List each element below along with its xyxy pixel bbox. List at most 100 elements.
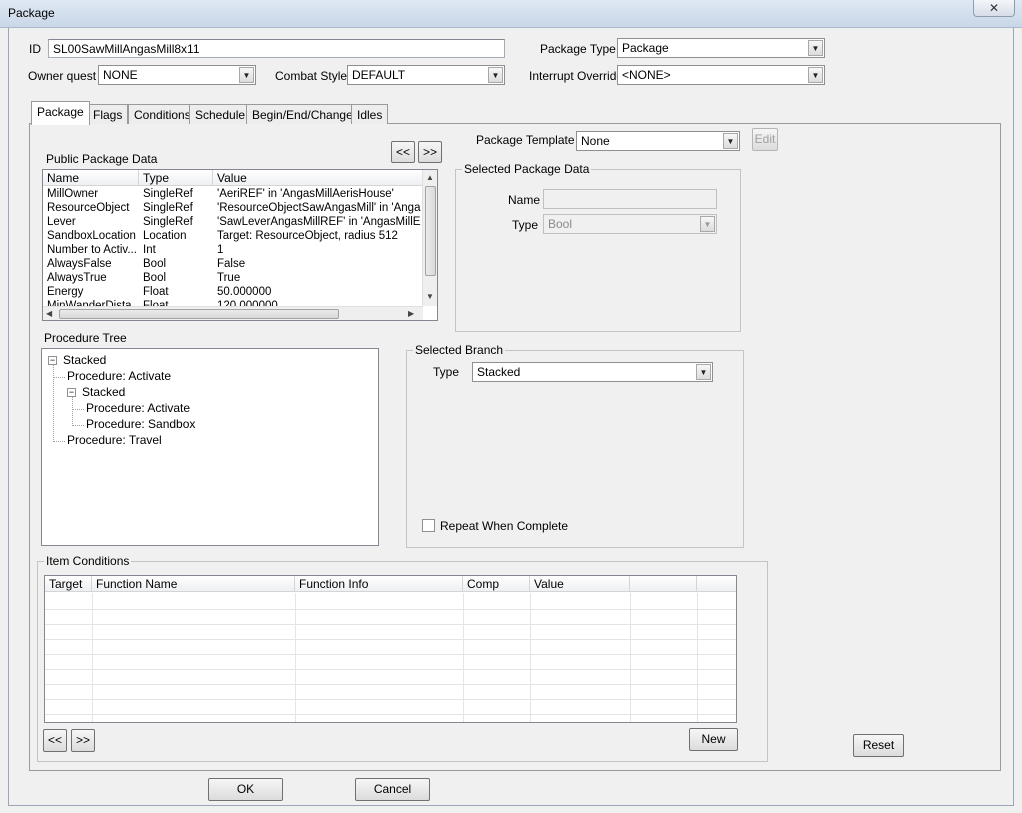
new-condition-button[interactable]: New (689, 728, 738, 751)
branch-type-select[interactable]: Stacked ▼ (472, 362, 713, 382)
column-header-value[interactable]: Value (530, 576, 630, 592)
chevron-down-icon[interactable]: ▼ (488, 67, 503, 83)
list-header: Name Type Value (43, 170, 423, 186)
tree-connector (53, 377, 65, 378)
horizontal-scrollbar[interactable]: ◀ ▶ (43, 306, 423, 320)
tab-idles[interactable]: Idles (351, 104, 389, 124)
column-header-extra-1[interactable] (630, 576, 697, 592)
table-row[interactable]: AlwaysFalse Bool False (43, 257, 421, 271)
cell-name: AlwaysFalse (47, 258, 112, 270)
name-field[interactable] (543, 189, 717, 209)
branch-type-label: Type (433, 365, 460, 379)
tab-schedule[interactable]: Schedule (189, 104, 252, 124)
cell-value: True (217, 272, 241, 284)
cell-type: SingleRef (143, 216, 193, 228)
branch-type-value: Stacked (477, 365, 521, 379)
chevron-down-icon[interactable]: ▼ (808, 40, 823, 56)
package-template-value: None (581, 134, 610, 148)
item-conditions-grid[interactable]: Target Function Name Function Info Comp … (44, 575, 737, 723)
tab-flags[interactable]: Flags (87, 104, 129, 124)
tree-node-procedure[interactable]: Procedure: Sandbox (86, 417, 195, 431)
ok-button[interactable]: OK (208, 778, 283, 801)
public-package-data-label: Public Package Data (46, 152, 158, 166)
table-row[interactable]: Number to Activ... Int 1 (43, 243, 421, 257)
tab-conditions[interactable]: Conditions (128, 104, 197, 124)
tree-node-procedure[interactable]: Procedure: Activate (67, 369, 171, 383)
conditions-next-button[interactable]: >> (71, 729, 95, 752)
tree-line (53, 364, 54, 440)
column-header-name[interactable]: Name (43, 170, 139, 186)
cell-name: AlwaysTrue (47, 272, 107, 284)
combat-style-value: DEFAULT (352, 68, 406, 82)
collapse-box-icon[interactable]: − (48, 356, 57, 365)
chevron-down-icon[interactable]: ▼ (700, 216, 715, 232)
scroll-up-icon[interactable]: ▲ (426, 173, 434, 182)
column-header-function-name[interactable]: Function Name (92, 576, 295, 592)
scroll-thumb[interactable] (59, 309, 339, 319)
repeat-when-complete-checkbox[interactable] (422, 519, 435, 532)
tree-node-group[interactable]: Stacked (82, 385, 125, 399)
procedure-tree[interactable]: − Stacked Procedure: Activate − Stacked Proce… (41, 348, 379, 546)
interrupt-override-select[interactable]: <NONE> ▼ (617, 65, 825, 85)
chevron-down-icon[interactable]: ▼ (723, 133, 738, 149)
conditions-prev-button[interactable]: << (43, 729, 67, 752)
table-row[interactable]: Energy Float 50.000000 (43, 285, 421, 299)
name-label: Name (508, 193, 541, 207)
table-row[interactable]: AlwaysTrue Bool True (43, 271, 421, 285)
vertical-scrollbar[interactable]: ▲ ▼ (422, 170, 437, 306)
close-icon[interactable]: ✕ (973, 0, 1015, 17)
column-header-comp[interactable]: Comp (463, 576, 530, 592)
cell-name: Energy (47, 286, 84, 298)
cell-name: Number to Activ... (47, 244, 137, 256)
scroll-left-icon[interactable]: ◀ (46, 309, 52, 318)
tree-node-group[interactable]: Stacked (63, 353, 106, 367)
column-header-function-info[interactable]: Function Info (295, 576, 463, 592)
table-row[interactable]: SandboxLocation Location Target: ResourceO… (43, 229, 421, 243)
column-header-extra-2[interactable] (697, 576, 736, 592)
grid-col-line (630, 593, 631, 722)
tree-connector (72, 409, 84, 410)
tab-begin-end-change[interactable]: Begin/End/Change (246, 104, 359, 124)
owner-quest-value: NONE (103, 68, 138, 82)
cell-value: 'ResourceObjectSawAngasMill' in 'Angas..… (217, 202, 421, 214)
edit-button[interactable]: Edit (752, 128, 778, 151)
title-bar: Package ✕ (0, 0, 1022, 28)
table-row[interactable]: MillOwner SingleRef 'AeriREF' in 'AngasMil… (43, 187, 421, 201)
chevron-down-icon[interactable]: ▼ (239, 67, 254, 83)
grid-col-line (92, 593, 93, 722)
package-type-select[interactable]: Package ▼ (617, 38, 825, 58)
cell-type: Int (143, 244, 156, 256)
tree-node-procedure[interactable]: Procedure: Travel (67, 433, 162, 447)
scroll-right-icon[interactable]: ▶ (408, 309, 414, 318)
table-row[interactable]: Lever SingleRef 'SawLeverAngasMillREF' in … (43, 215, 421, 229)
collapse-box-icon[interactable]: − (67, 388, 76, 397)
selected-data-type-select[interactable]: Bool ▼ (543, 214, 717, 234)
owner-quest-select[interactable]: NONE ▼ (98, 65, 256, 85)
cell-value: False (217, 258, 246, 270)
public-data-next-button[interactable]: >> (418, 141, 442, 163)
chevron-down-icon[interactable]: ▼ (808, 67, 823, 83)
id-field[interactable]: SL00SawMillAngasMill8x11 (48, 39, 505, 58)
grid-row-line (45, 654, 736, 655)
tab-package[interactable]: Package (31, 101, 90, 125)
scroll-down-icon[interactable]: ▼ (426, 292, 434, 301)
tree-node-procedure[interactable]: Procedure: Activate (86, 401, 190, 415)
combat-style-label: Combat Style (275, 69, 348, 83)
chevron-down-icon[interactable]: ▼ (696, 364, 711, 380)
reset-button[interactable]: Reset (853, 734, 904, 757)
combat-style-select[interactable]: DEFAULT ▼ (347, 65, 505, 85)
cell-value: 1 (217, 244, 224, 256)
column-header-value[interactable]: Value (213, 170, 423, 186)
cell-value: Target: ResourceObject, radius 512 (217, 230, 398, 242)
public-data-prev-button[interactable]: << (391, 141, 415, 163)
grid-col-line (530, 593, 531, 722)
selected-data-type-value: Bool (548, 217, 573, 231)
package-template-select[interactable]: None ▼ (576, 131, 740, 151)
cell-type: SingleRef (143, 188, 193, 200)
table-row[interactable]: ResourceObject SingleRef 'ResourceObjectSa… (43, 201, 421, 215)
scroll-thumb[interactable] (425, 186, 436, 276)
cancel-button[interactable]: Cancel (355, 778, 430, 801)
column-header-target[interactable]: Target (45, 576, 92, 592)
column-header-type[interactable]: Type (139, 170, 213, 186)
public-package-data-list[interactable]: Name Type Value MillOwner SingleRef 'AeriR… (42, 169, 438, 321)
